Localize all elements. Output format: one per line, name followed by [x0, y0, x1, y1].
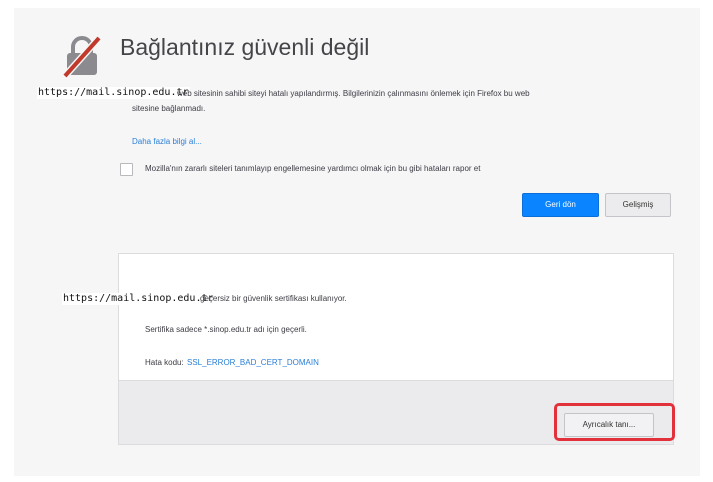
highlight-box [554, 403, 675, 441]
invalid-cert-text: geçersiz bir güvenlik sertifikası kullan… [200, 294, 347, 303]
report-errors-checkbox[interactable] [120, 163, 133, 176]
broken-lock-icon [62, 35, 102, 78]
cert-valid-domain-text: Sertifika sadece *.sinop.edu.tr adı için… [145, 325, 307, 334]
report-errors-label: Mozilla'nın zararlı siteleri tanımlayıp … [145, 164, 481, 173]
site-url-overlay-details: https://mail.sinop.edu.tr [62, 293, 215, 305]
error-description-line2: sitesine bağlanmadı. [132, 104, 206, 113]
site-url-overlay: https://mail.sinop.edu.tr [37, 87, 190, 99]
page-title: Bağlantınız güvenli değil [120, 34, 370, 60]
learn-more-link[interactable]: Daha fazla bilgi al... [132, 137, 202, 146]
go-back-button[interactable]: Geri dön [522, 193, 599, 217]
error-code-label: Hata kodu: [145, 358, 184, 367]
advanced-button[interactable]: Gelişmiş [605, 193, 671, 217]
error-description-line1: web sitesinin sahibi siteyi hatalı yapıl… [177, 89, 530, 98]
error-code-link[interactable]: SSL_ERROR_BAD_CERT_DOMAIN [187, 358, 319, 367]
